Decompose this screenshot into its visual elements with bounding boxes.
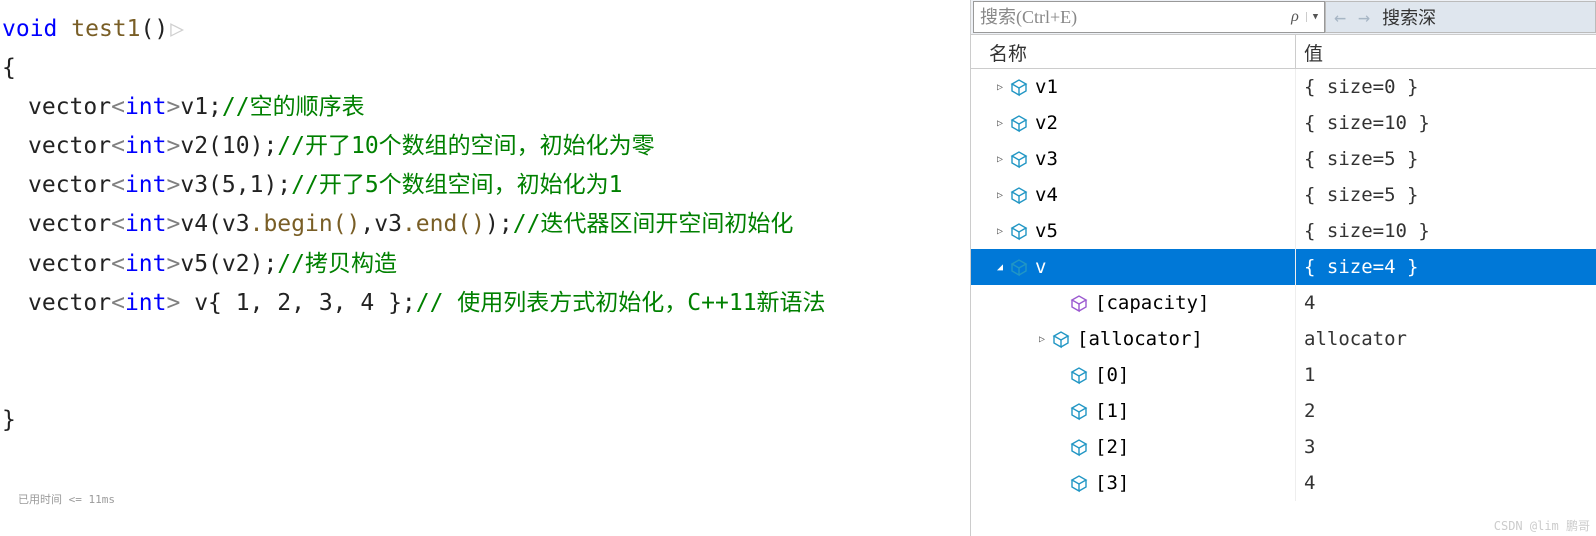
var-value: 2: [1296, 400, 1596, 422]
function-name: test1: [71, 16, 140, 42]
code-editor[interactable]: void test1()▷ { vector<int>v1;//空的顺序表 ve…: [0, 0, 970, 536]
nav-back-icon[interactable]: ←: [1334, 5, 1346, 29]
keyword-void: void: [2, 16, 57, 42]
expander-icon[interactable]: ▷: [993, 188, 1007, 202]
watch-row[interactable]: ▷ v4 { size=5 }: [971, 177, 1596, 213]
watch-child-row[interactable]: [2] 3: [971, 429, 1596, 465]
var-value: { size=10 }: [1296, 112, 1596, 134]
var-name: v4: [1035, 184, 1058, 206]
watch-child-row[interactable]: ▷ [allocator] allocator: [971, 321, 1596, 357]
var-name: [1]: [1095, 400, 1129, 422]
var-value: { size=10 }: [1296, 220, 1596, 242]
watch-child-row[interactable]: [0] 1: [971, 357, 1596, 393]
watch-child-row[interactable]: [3] 4: [971, 465, 1596, 501]
expander-icon[interactable]: ▷: [993, 116, 1007, 130]
var-value: allocator: [1296, 328, 1596, 350]
expander-icon[interactable]: ◢: [993, 260, 1007, 274]
search-dropdown-button[interactable]: ▼: [1306, 12, 1324, 22]
nav-label: 搜索深: [1382, 4, 1436, 30]
var-name: v5: [1035, 220, 1058, 242]
var-value: 3: [1296, 436, 1596, 458]
search-box[interactable]: ρ ▼: [973, 1, 1325, 33]
var-name: [capacity]: [1095, 292, 1209, 314]
var-name: [2]: [1095, 436, 1129, 458]
nav-forward-icon[interactable]: →: [1358, 5, 1370, 29]
column-header-name[interactable]: 名称: [971, 35, 1296, 68]
search-nav: ← → 搜索深: [1325, 1, 1596, 33]
var-value: { size=4 }: [1296, 256, 1596, 278]
watch-row[interactable]: ▷ v1 { size=0 }: [971, 69, 1596, 105]
param-hint-ghost: ▷: [170, 16, 184, 42]
var-name: v1: [1035, 76, 1058, 98]
search-input[interactable]: [974, 5, 1284, 30]
watch-child-row[interactable]: [1] 2: [971, 393, 1596, 429]
var-value: { size=0 }: [1296, 76, 1596, 98]
watch-row[interactable]: ▷ v2 { size=10 }: [971, 105, 1596, 141]
watch-row[interactable]: ▷ v3 { size=5 }: [971, 141, 1596, 177]
expander-icon[interactable]: ▷: [993, 152, 1007, 166]
expander-icon[interactable]: ▷: [993, 80, 1007, 94]
var-name: v: [1035, 256, 1046, 278]
watch-panel: ρ ▼ ← → 搜索深 名称 值 ▷v1 { size=0 } ▷v2 { si…: [970, 0, 1596, 536]
var-value: 1: [1296, 364, 1596, 386]
var-value: 4: [1296, 472, 1596, 494]
expander-icon[interactable]: ▷: [993, 224, 1007, 238]
var-value: 4: [1296, 292, 1596, 314]
timing-label: 已用时间 <= 11ms: [18, 491, 115, 507]
watch-row-selected[interactable]: ◢ v { size=4 }: [971, 249, 1596, 285]
watch-row[interactable]: ▷ v5 { size=10 }: [971, 213, 1596, 249]
watch-child-row[interactable]: [capacity] 4: [971, 285, 1596, 321]
column-header-value[interactable]: 值: [1296, 35, 1596, 68]
expander-icon[interactable]: ▷: [1035, 332, 1049, 346]
var-name: [0]: [1095, 364, 1129, 386]
var-name: v3: [1035, 148, 1058, 170]
var-name: [allocator]: [1077, 328, 1203, 350]
watermark: CSDN @lim 鹏哥: [1494, 517, 1590, 534]
var-value: { size=5 }: [1296, 184, 1596, 206]
search-icon[interactable]: ρ: [1284, 8, 1306, 26]
var-name: v2: [1035, 112, 1058, 134]
var-value: { size=5 }: [1296, 148, 1596, 170]
var-name: [3]: [1095, 472, 1129, 494]
